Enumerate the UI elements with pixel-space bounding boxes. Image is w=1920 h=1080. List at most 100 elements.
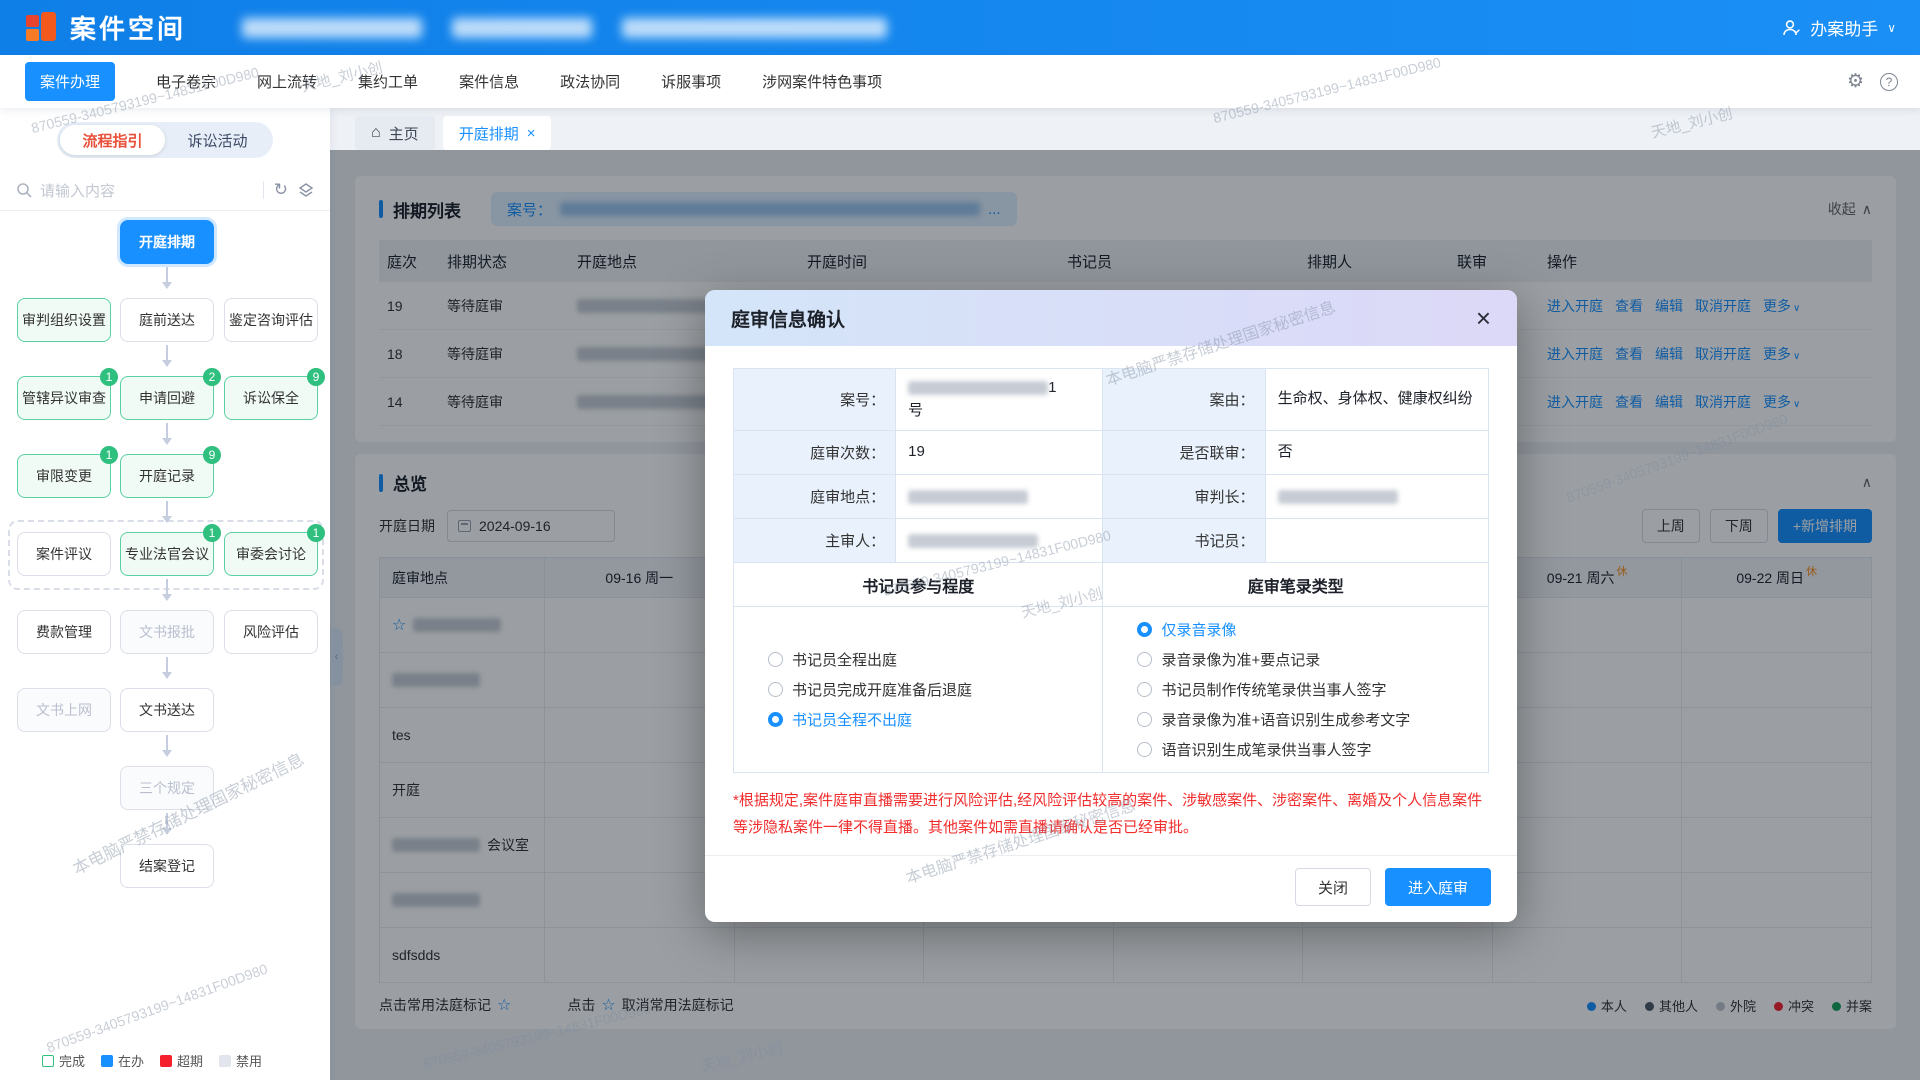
flow-node-结案登记[interactable]: 结案登记 [120, 844, 214, 888]
option-label: 书记员制作传统笔录供当事人签字 [1161, 679, 1386, 700]
dialog-title: 庭审信息确认 [731, 305, 845, 332]
flow-node-审判组织设置[interactable]: 审判组织设置 [17, 298, 111, 342]
redacted-case-number [908, 381, 1048, 395]
flow-node-审委会讨论[interactable]: 审委会讨论1 [224, 532, 318, 576]
flow-node-文书送达[interactable]: 文书送达 [120, 688, 214, 732]
radio-selected-icon [1137, 622, 1152, 637]
record-type-option[interactable]: 书记员制作传统笔录供当事人签字 [1137, 679, 1478, 700]
flow-node-三个规定[interactable]: 三个规定 [120, 766, 214, 810]
flow-node-开庭记录[interactable]: 开庭记录9 [120, 454, 214, 498]
close-icon[interactable]: × [1476, 305, 1491, 331]
field-label-joint: 是否联审： [1103, 431, 1265, 475]
nav-tab-5[interactable]: 案件信息 [459, 71, 519, 92]
nav-tab-6[interactable]: 政法协同 [560, 71, 620, 92]
layers-icon[interactable] [298, 182, 314, 198]
divider [263, 181, 264, 199]
tab-home[interactable]: ⌂ 主页 [355, 116, 435, 150]
field-label-clerk: 书记员： [1103, 519, 1265, 563]
flow-node-badge: 2 [203, 368, 221, 386]
record-type-option[interactable]: 语音识别生成笔录供当事人签字 [1137, 739, 1478, 760]
flow-node-label: 管辖异议审查 [22, 388, 106, 408]
flow-node-label: 文书送达 [139, 700, 195, 720]
tab-hearing-schedule[interactable]: 开庭排期 × [443, 116, 552, 150]
field-value-clerk [1266, 519, 1488, 563]
flow-node-文书上网[interactable]: 文书上网 [17, 688, 111, 732]
enter-hearing-button[interactable]: 进入庭审 [1385, 868, 1491, 906]
nav-tab-2[interactable]: 电子卷宗 [156, 71, 216, 92]
help-icon[interactable]: ? [1880, 73, 1898, 91]
sidebar-search: 请输入内容 ↻ [0, 170, 330, 211]
flow-node-label: 审判组织设置 [22, 310, 106, 330]
flow-node-label: 审委会讨论 [236, 544, 306, 564]
field-label-host: 主审人： [734, 519, 896, 563]
assistant-menu[interactable]: 办案助手 ∨ [1781, 15, 1896, 40]
flow-node-label: 风险评估 [243, 622, 299, 642]
radio-icon [1137, 682, 1152, 697]
flow-node-label: 案件评议 [36, 544, 92, 564]
clerk-participation-option[interactable]: 书记员完成开庭准备后退庭 [768, 679, 1092, 700]
flow-node-badge: 9 [307, 368, 325, 386]
nav-tab-7[interactable]: 诉服事项 [661, 71, 721, 92]
flow-node-开庭排期[interactable]: 开庭排期 [120, 220, 214, 264]
home-icon: ⌂ [371, 124, 381, 142]
search-input[interactable]: 请输入内容 [40, 180, 253, 201]
tab-litigation-activity[interactable]: 诉讼活动 [165, 125, 270, 155]
dialog-header: 庭审信息确认 × [705, 290, 1517, 346]
field-label-case-no: 案号： [734, 369, 896, 431]
nav-tab-3[interactable]: 网上流转 [257, 71, 317, 92]
option-label: 语音识别生成笔录供当事人签字 [1161, 739, 1371, 760]
flow-arrow-icon [166, 579, 168, 599]
flow-node-庭前送达[interactable]: 庭前送达 [120, 298, 214, 342]
process-flowchart: 开庭排期审判组织设置庭前送达鉴定咨询评估管辖异议审查1申请回避2诉讼保全9审限变… [0, 108, 330, 1080]
field-label-times: 庭审次数： [734, 431, 896, 475]
clerk-participation-options: 书记员全程出庭书记员完成开庭准备后退庭书记员全程不出庭 [734, 607, 1103, 772]
option-label: 录音录像为准+语音识别生成参考文字 [1161, 709, 1410, 730]
settings-gear-icon[interactable]: ⚙ [1847, 70, 1864, 93]
flow-node-文书报批[interactable]: 文书报批 [120, 610, 214, 654]
flow-node-鉴定咨询评估[interactable]: 鉴定咨询评估 [224, 298, 318, 342]
flow-arrow-icon [166, 735, 168, 755]
clerk-participation-option[interactable]: 书记员全程不出庭 [768, 709, 1092, 730]
close-tab-icon[interactable]: × [527, 125, 536, 142]
flow-node-管辖异议审查[interactable]: 管辖异议审查1 [17, 376, 111, 420]
flow-node-badge: 9 [203, 446, 221, 464]
flow-arrow-icon [166, 657, 168, 677]
main-nav: 案件办理 电子卷宗 网上流转 集约工单 案件信息 政法协同 诉服事项 涉网案件特色事项 ⚙ ? [0, 55, 1920, 108]
tab-hearing-schedule-label: 开庭排期 [459, 123, 519, 144]
flow-node-审限变更[interactable]: 审限变更1 [17, 454, 111, 498]
flow-node-费款管理[interactable]: 费款管理 [17, 610, 111, 654]
tab-home-label: 主页 [389, 123, 419, 144]
user-icon [1781, 18, 1801, 38]
close-button[interactable]: 关闭 [1295, 868, 1371, 906]
flow-node-专业法官会议[interactable]: 专业法官会议1 [120, 532, 214, 576]
legend-swatch [101, 1055, 113, 1067]
nav-tab-4[interactable]: 集约工单 [358, 71, 418, 92]
dialog-body: 案号： 1号 案由： 生命权、身体权、健康权纠纷 庭审次数： 19 是否联审： … [705, 346, 1517, 841]
tab-process-guide[interactable]: 流程指引 [60, 125, 165, 155]
nav-tab-8[interactable]: 涉网案件特色事项 [762, 71, 882, 92]
clerk-participation-option[interactable]: 书记员全程出庭 [768, 649, 1092, 670]
redacted-place [908, 490, 1028, 504]
radio-icon [768, 682, 783, 697]
record-type-option[interactable]: 录音录像为准+语音识别生成参考文字 [1137, 709, 1478, 730]
record-type-option[interactable]: 录音录像为准+要点记录 [1137, 649, 1478, 670]
option-label: 书记员全程不出庭 [792, 709, 912, 730]
flow-node-label: 开庭排期 [139, 232, 195, 252]
flow-node-申请回避[interactable]: 申请回避2 [120, 376, 214, 420]
option-label: 录音录像为准+要点记录 [1161, 649, 1320, 670]
flow-node-案件评议[interactable]: 案件评议 [17, 532, 111, 576]
flow-node-label: 结案登记 [139, 856, 195, 876]
nav-tabs: 案件办理 电子卷宗 网上流转 集约工单 案件信息 政法协同 诉服事项 涉网案件特色事项 [25, 62, 923, 101]
flow-node-诉讼保全[interactable]: 诉讼保全9 [224, 376, 318, 420]
flow-arrow-icon [166, 813, 168, 833]
refresh-icon[interactable]: ↻ [274, 180, 288, 200]
flow-node-badge: 1 [100, 446, 118, 464]
flow-legend-item: 完成 [42, 1051, 85, 1070]
assistant-label: 办案助手 [1810, 15, 1878, 40]
record-type-option[interactable]: 仅录音录像 [1137, 619, 1478, 640]
radio-icon [1137, 712, 1152, 727]
flow-node-风险评估[interactable]: 风险评估 [224, 610, 318, 654]
flow-node-label: 开庭记录 [139, 466, 195, 486]
app-title: 案件空间 [70, 9, 186, 46]
nav-tab-1[interactable]: 案件办理 [25, 62, 115, 101]
